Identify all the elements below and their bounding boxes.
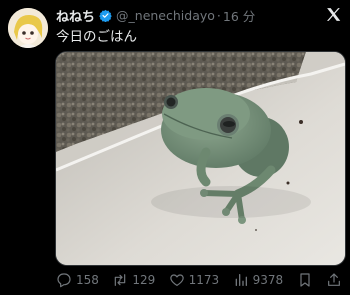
author-handle[interactable]: @_nenechidayo [116,8,215,23]
verified-badge-icon [99,9,112,22]
retweet-icon [115,274,126,286]
views-icon [235,274,247,286]
timestamp[interactable]: 16 分 [223,6,255,25]
author-name[interactable]: ねねち [56,6,95,25]
tweet-actions-bar: 158 129 1173 9378 [56,271,342,289]
x-logo-icon[interactable] [325,6,342,23]
bookmark-icon [299,273,310,287]
retweet-count: 129 [132,273,156,287]
like-icon [169,274,184,286]
share-button[interactable] [326,272,342,288]
share-icon [328,273,340,286]
views-button[interactable]: 9378 [233,272,284,288]
views-count: 9378 [252,273,284,287]
tweet-header: ねねち @_nenechidayo · 16 分 [56,6,342,25]
reply-count: 158 [76,273,99,287]
like-count: 1173 [188,273,220,287]
like-button[interactable]: 1173 [169,272,220,288]
tweet-media-image[interactable] [55,51,346,266]
header-separator: · [216,7,221,23]
bookmark-button[interactable] [297,272,313,288]
retweet-button[interactable]: 129 [112,272,155,288]
reply-button[interactable]: 158 [56,272,99,288]
tweet-text: 今日のごはん [56,29,137,45]
avatar[interactable] [8,8,48,48]
reply-icon [57,273,71,288]
